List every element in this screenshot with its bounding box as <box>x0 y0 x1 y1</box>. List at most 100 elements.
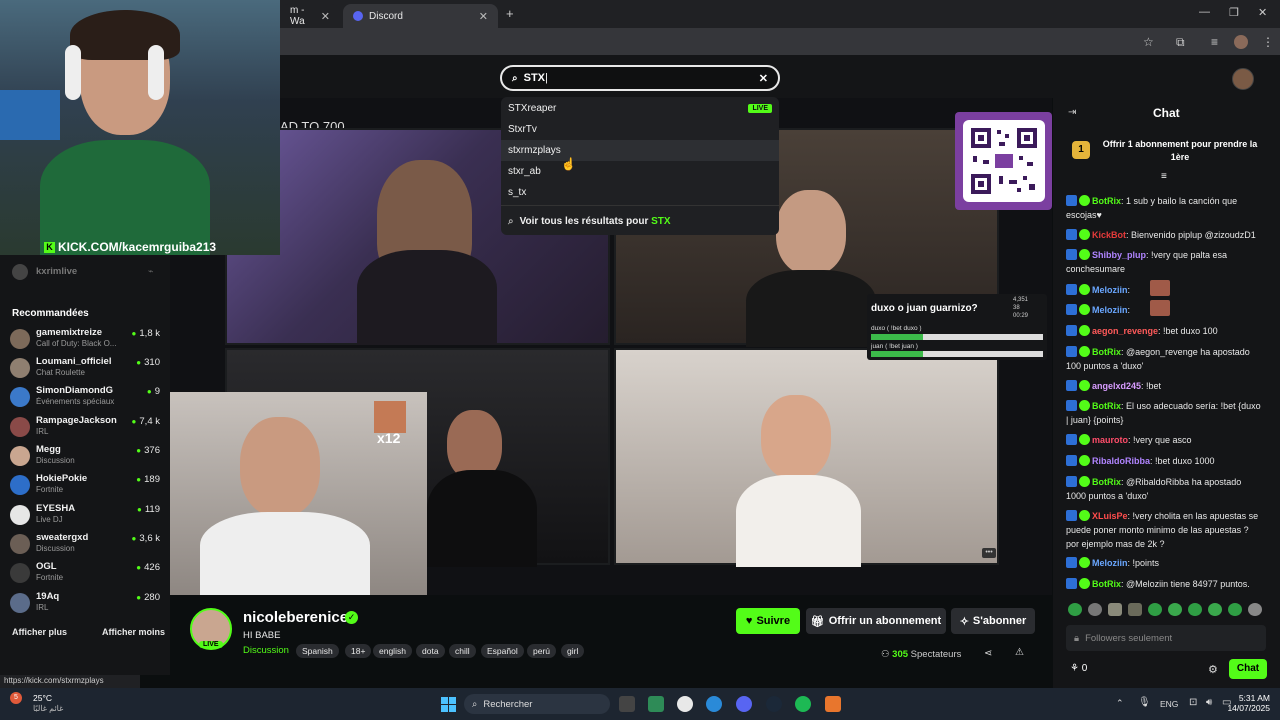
close-tab-icon[interactable]: ✕ <box>321 10 330 23</box>
emote-icon[interactable] <box>1188 603 1202 616</box>
sidebar-partial-item[interactable]: kxrimlive <box>36 266 77 277</box>
sidebar-channel[interactable]: RampageJacksonIRL 7,4 k <box>10 415 160 444</box>
filter-icon[interactable]: ≡ <box>1161 171 1167 182</box>
emote-icon[interactable] <box>1088 603 1102 616</box>
show-more-button[interactable]: Afficher plus <box>12 627 67 637</box>
search-result[interactable]: STXreaper LIVE <box>501 98 779 119</box>
bookmark-star-icon[interactable]: ☆ <box>1143 35 1154 49</box>
sidebar-channel[interactable]: MeggDiscussion 376 <box>10 444 160 473</box>
extensions-icon[interactable]: ⧉ <box>1176 35 1185 50</box>
stream-tag[interactable]: perú <box>527 644 557 658</box>
chat-username[interactable]: BotRix <box>1092 196 1121 206</box>
chat-username[interactable]: Shibby_plup <box>1092 250 1146 260</box>
discord-icon[interactable] <box>736 696 752 712</box>
search-result[interactable]: StxrTv <box>501 119 779 140</box>
chat-username[interactable]: aegon_revenge <box>1092 326 1158 336</box>
report-icon[interactable]: ⚠ <box>1015 647 1024 658</box>
more-options-icon[interactable]: ••• <box>982 548 996 558</box>
menu-kebab-icon[interactable]: ⋮ <box>1262 35 1274 49</box>
sidebar-channel[interactable]: sweatergxdDiscussion 3,6 k <box>10 532 160 561</box>
streamer-name[interactable]: nicoleberenice <box>243 609 348 626</box>
close-window-button[interactable]: ✕ <box>1258 6 1267 19</box>
show-less-button[interactable]: Afficher moins <box>102 627 165 637</box>
emote-icon[interactable] <box>1148 603 1162 616</box>
maximize-button[interactable]: ❐ <box>1229 6 1239 19</box>
stream-tag[interactable]: english <box>373 644 412 658</box>
subscribe-button[interactable]: ✧ S'abonner <box>951 608 1035 634</box>
app-icon[interactable] <box>648 696 664 712</box>
network-icon[interactable]: ⊡ <box>1189 697 1197 708</box>
volume-icon[interactable]: 🔊︎ <box>1206 697 1212 708</box>
close-tab-icon[interactable]: ✕ <box>479 10 488 23</box>
sidebar-channel[interactable]: HokiePokieFortnite 189 <box>10 473 160 502</box>
stream-tag[interactable]: Español <box>481 644 524 658</box>
stream-tag[interactable]: Spanish <box>296 644 339 658</box>
chat-username[interactable]: Meloziin <box>1092 285 1128 295</box>
emote-icon[interactable] <box>1228 603 1242 616</box>
pinned-gift-banner[interactable]: Offrir 1 abonnement pour prendre la 1ère <box>1100 138 1260 164</box>
reading-list-icon[interactable]: ≡ <box>1211 35 1218 49</box>
emote-icon[interactable] <box>1168 603 1182 616</box>
follow-button[interactable]: ♥ Suivre <box>736 608 800 634</box>
chat-username[interactable]: XLuisPe <box>1092 511 1128 521</box>
search-result[interactable]: s_tx <box>501 182 779 203</box>
chat-input[interactable]: 🔒︎ Followers seulement <box>1066 625 1266 651</box>
sidebar-channel[interactable]: SimonDiamondGÉvénements spéciaux 9 <box>10 385 160 414</box>
browser-tab-discord[interactable]: Discord ✕ <box>343 4 498 28</box>
taskbar-search[interactable]: ⌕ Rechercher <box>464 694 610 714</box>
chat-username[interactable]: KickBot <box>1092 230 1126 240</box>
chat-username[interactable]: BotRix <box>1092 401 1121 411</box>
sidebar-channel[interactable]: Loumani_officielChat Roulette 310 <box>10 356 160 385</box>
emote-icon[interactable] <box>1208 603 1222 616</box>
tray-chevron-icon[interactable]: ⌃ <box>1116 698 1124 709</box>
user-avatar[interactable] <box>1232 68 1254 90</box>
search-result[interactable]: stxr_ab <box>501 161 779 182</box>
clear-search-icon[interactable]: ✕ <box>759 72 768 85</box>
collapse-chat-icon[interactable]: ⇥ <box>1068 107 1076 118</box>
sidebar-channel[interactable]: gamemixtreizeCall of Duty: Black O... 1,8… <box>10 327 160 356</box>
emote-icon[interactable] <box>1108 603 1122 616</box>
search-input[interactable]: ⌕ STX | ✕ <box>500 65 780 91</box>
task-view-icon[interactable] <box>619 696 635 712</box>
stream-tag[interactable]: girl <box>561 644 585 658</box>
chat-username[interactable]: Meloziin <box>1092 558 1128 568</box>
sidebar-channel[interactable]: 19AqIRL 280 <box>10 591 160 620</box>
profile-avatar[interactable] <box>1234 35 1248 49</box>
see-all-results[interactable]: ⌕ Voir tous les résultats pour STX <box>501 211 779 232</box>
language-indicator[interactable]: ENG <box>1160 699 1178 709</box>
chat-settings-icon[interactable]: ⚙ <box>1208 663 1218 676</box>
chrome-icon[interactable] <box>677 696 693 712</box>
windows-start-icon[interactable] <box>441 697 456 712</box>
share-icon[interactable]: ⋖ <box>984 648 992 659</box>
microphone-icon[interactable]: 🎙︎ <box>1138 697 1151 708</box>
emote-icon[interactable] <box>1128 603 1142 616</box>
chat-username[interactable]: BotRix <box>1092 579 1121 589</box>
chat-username[interactable]: angelxd245 <box>1092 381 1141 391</box>
chat-username[interactable]: BotRix <box>1092 477 1121 487</box>
stream-tag[interactable]: chill <box>449 644 476 658</box>
search-result[interactable]: stxrmzplays <box>501 140 779 161</box>
new-tab-button[interactable]: + <box>506 6 514 21</box>
app-icon[interactable] <box>825 696 841 712</box>
weather-temp[interactable]: 25°C <box>33 693 52 703</box>
spotify-icon[interactable] <box>795 696 811 712</box>
chat-username[interactable]: RibaldoRibba <box>1092 456 1150 466</box>
emote-icon[interactable] <box>1068 603 1082 616</box>
send-chat-button[interactable]: Chat <box>1229 659 1267 679</box>
stream-tag[interactable]: 18+ <box>345 644 372 658</box>
points-display[interactable]: ⚘ 0 <box>1070 663 1087 674</box>
chat-username[interactable]: mauroto <box>1092 435 1128 445</box>
browser-tab[interactable]: m - Wa ✕ <box>280 4 340 28</box>
gift-sub-button[interactable]: 🎁︎ Offrir un abonnement <box>806 608 946 634</box>
edge-icon[interactable] <box>706 696 722 712</box>
stream-category[interactable]: Discussion <box>243 645 289 656</box>
stream-tag[interactable]: dota <box>416 644 445 658</box>
sidebar-channel[interactable]: OGLFortnite 426 <box>10 561 160 590</box>
steam-icon[interactable] <box>766 696 782 712</box>
sidebar-channel[interactable]: EYESHALive DJ 119 <box>10 503 160 532</box>
chat-username[interactable]: BotRix <box>1092 347 1121 357</box>
minimize-button[interactable]: — <box>1199 6 1210 18</box>
emote-icon[interactable] <box>1248 603 1262 616</box>
chat-username[interactable]: Meloziin <box>1092 305 1128 315</box>
clock[interactable]: 5:31 AM 14/07/2025 <box>1226 693 1270 713</box>
